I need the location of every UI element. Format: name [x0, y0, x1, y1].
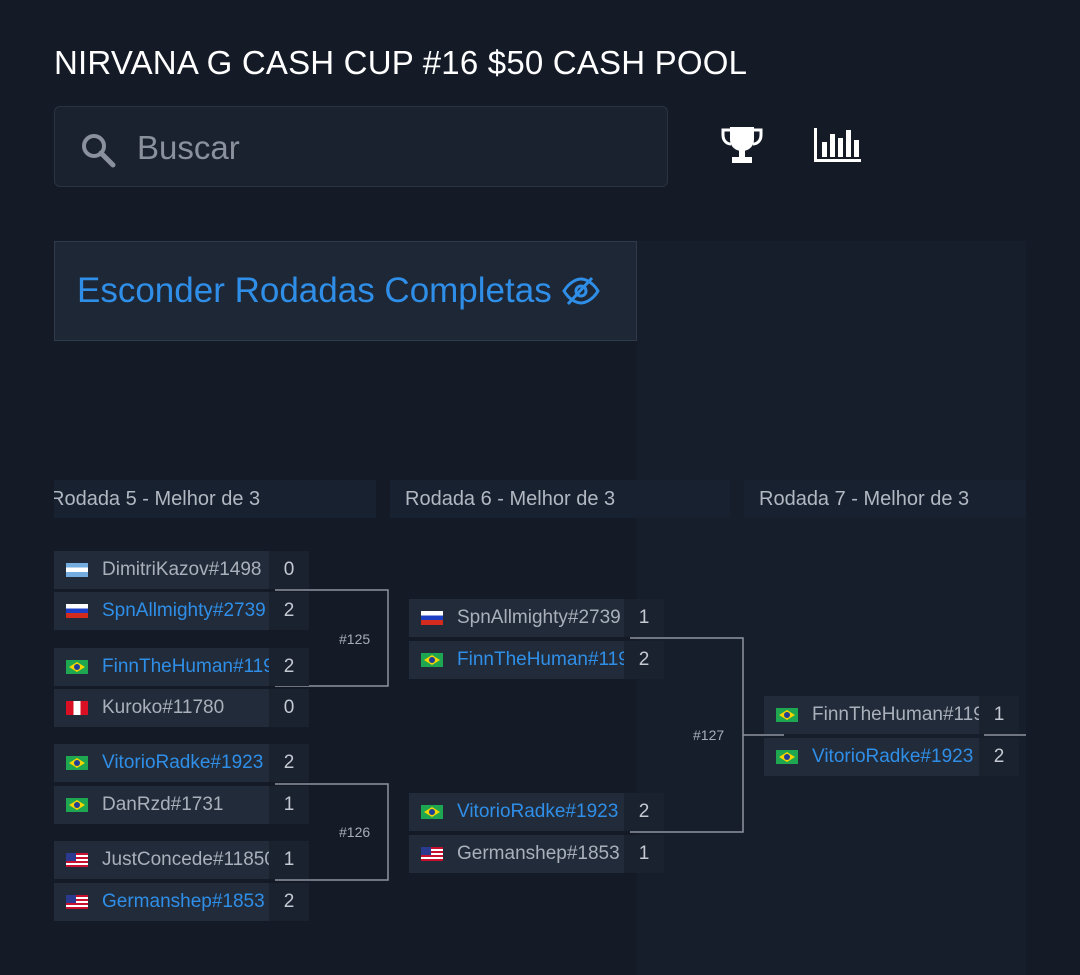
brazil-flag-icon [776, 708, 798, 722]
player-score: 1 [269, 841, 309, 879]
match-id-127: #127 [693, 727, 725, 743]
player-name: Kuroko#11780 [102, 697, 225, 718]
player-slot[interactable]: DimitriKazov#1498 0 [54, 551, 309, 589]
player-slot[interactable]: VitorioRadke#1923 2 [54, 744, 309, 782]
russia-flag-icon [421, 611, 443, 625]
argentina-flag-icon [66, 563, 88, 577]
brazil-flag-icon [421, 805, 443, 819]
player-score: 1 [269, 786, 309, 824]
player-score: 1 [624, 835, 664, 873]
player-score: 2 [979, 738, 1019, 776]
player-score: 2 [269, 648, 309, 686]
usa-flag-icon [66, 895, 88, 909]
player-name: Germanshep#1853 [102, 891, 265, 912]
brazil-flag-icon [66, 798, 88, 812]
page-title: NIRVANA G CASH CUP #16 $50 CASH POOL [54, 44, 748, 81]
player-slot[interactable]: JustConcede#11850 1 [54, 841, 309, 879]
usa-flag-icon [66, 853, 88, 867]
player-slot[interactable]: SpnAllmighty#2739 2 [54, 592, 309, 630]
player-slot[interactable]: VitorioRadke#1923 2 [764, 738, 1019, 776]
eye-slash-icon [561, 276, 600, 306]
player-name: FinnTheHuman#11961 [457, 649, 630, 670]
player-score: 0 [269, 551, 309, 589]
player-name: VitorioRadke#1923 [457, 801, 619, 822]
player-slot[interactable]: Germanshep#1853 2 [54, 883, 309, 921]
player-slot[interactable]: DanRzd#1731 1 [54, 786, 309, 824]
match-id-125: #125 [339, 631, 371, 647]
player-slot[interactable]: Kuroko#11780 0 [54, 689, 309, 727]
hide-completed-rounds-label: Esconder Rodadas Completas [77, 271, 552, 310]
player-name: DanRzd#1731 [102, 794, 224, 815]
player-slot[interactable]: Germanshep#1853 1 [409, 835, 664, 873]
player-score: 2 [269, 883, 309, 921]
player-score: 2 [624, 793, 664, 831]
player-name: FinnTheHuman#11961 [812, 704, 985, 725]
player-slot[interactable]: VitorioRadke#1923 2 [409, 793, 664, 831]
trophy-icon[interactable] [720, 125, 764, 165]
player-score: 0 [269, 689, 309, 727]
player-slot[interactable]: FinnTheHuman#11961 2 [409, 641, 664, 679]
player-score: 1 [979, 696, 1019, 734]
brazil-flag-icon [421, 653, 443, 667]
russia-flag-icon [66, 604, 88, 618]
player-score: 2 [624, 641, 664, 679]
player-name: DimitriKazov#1498 [102, 559, 262, 580]
search-input[interactable] [135, 125, 639, 171]
player-name: SpnAllmighty#2739 [457, 607, 621, 628]
hide-completed-rounds-button[interactable]: Esconder Rodadas Completas [54, 241, 637, 341]
player-score: 1 [624, 599, 664, 637]
player-score: 2 [269, 744, 309, 782]
player-slot[interactable]: SpnAllmighty#2739 1 [409, 599, 664, 637]
peru-flag-icon [66, 701, 88, 715]
player-name: SpnAllmighty#2739 [102, 600, 266, 621]
bar-chart-icon[interactable] [812, 126, 862, 164]
player-name: FinnTheHuman#11961 [102, 656, 275, 677]
brazil-flag-icon [66, 756, 88, 770]
usa-flag-icon [421, 847, 443, 861]
bracket-board[interactable]: Rodada 5 - Melhor de 3 Rodada 6 - Melhor… [54, 241, 1026, 975]
player-name: VitorioRadke#1923 [102, 752, 264, 773]
player-name: Germanshep#1853 [457, 843, 620, 864]
match-id-126: #126 [339, 824, 371, 840]
player-slot[interactable]: FinnTheHuman#11961 2 [54, 648, 309, 686]
player-name: JustConcede#11850 [102, 849, 275, 870]
brazil-flag-icon [66, 660, 88, 674]
player-score: 2 [269, 592, 309, 630]
player-slot[interactable]: FinnTheHuman#11961 1 [764, 696, 1019, 734]
search-box[interactable] [54, 106, 668, 187]
search-icon [82, 134, 116, 168]
brazil-flag-icon [776, 750, 798, 764]
player-name: VitorioRadke#1923 [812, 746, 974, 767]
